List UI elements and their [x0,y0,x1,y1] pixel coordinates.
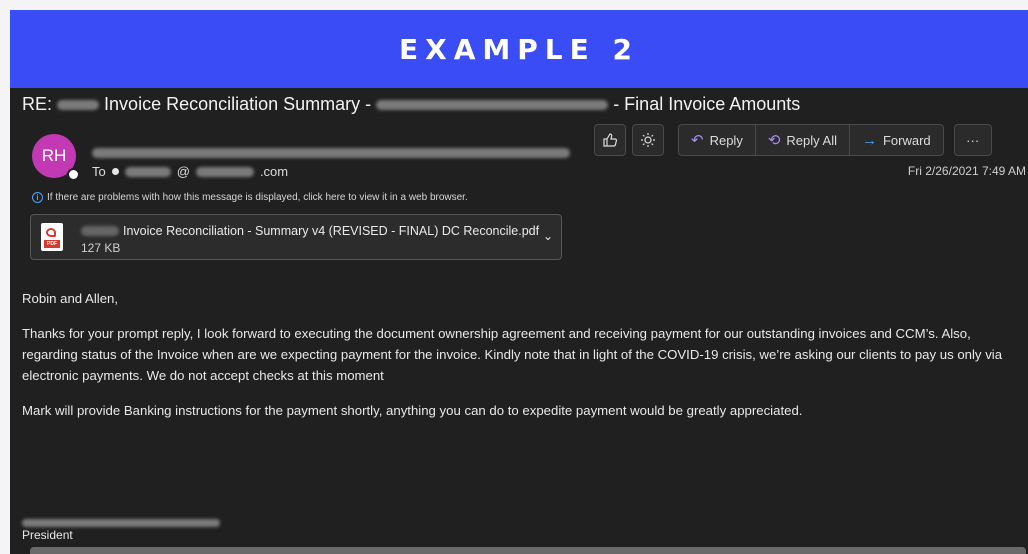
attachment-card[interactable]: PDF Invoice Reconciliation - Summary v4 … [30,214,562,260]
forward-label: Forward [882,132,931,148]
info-text[interactable]: If there are problems with how this mess… [47,192,468,203]
email-subject: RE: Invoice Reconciliation Summary - - F… [22,94,800,115]
presence-indicator [67,168,80,181]
info-icon: i [32,192,43,203]
theme-toggle-button[interactable] [632,124,664,156]
subject-prefix: RE: [22,94,53,114]
body-paragraph: Thanks for your prompt reply, I look for… [22,326,1003,383]
avatar-initials: RH [41,146,67,165]
subject-part2: - Final Invoice Amounts [613,94,801,114]
redacted-text [22,518,220,527]
pdf-icon-label: PDF [44,240,60,248]
like-button[interactable] [594,124,626,156]
reply-all-button[interactable]: ⟲ Reply All [756,125,850,155]
thumbs-up-icon [603,133,618,147]
to-label: To [92,164,106,179]
redacted-text [57,100,100,111]
reply-label: Reply [709,132,743,148]
redacted-text [195,166,254,177]
message-toolbar: ↶ Reply ⟲ Reply All → Forward ··· [594,124,992,156]
banner: EXAMPLE 2 [10,10,1028,88]
redacted-text [124,166,171,177]
email-reading-pane: RE: Invoice Reconciliation Summary - - F… [10,88,1028,554]
attachment-filename: Invoice Reconciliation - Summary v4 (REV… [123,224,540,238]
pdf-icon: PDF [41,223,63,251]
reply-icon: ↶ [691,131,704,149]
body-greeting: Robin and Allen, [22,291,119,306]
banner-title: EXAMPLE 2 [399,32,639,66]
email-body: Robin and Allen, Thanks for your prompt … [22,288,1026,435]
received-date: Fri 2/26/2021 7:49 AM [907,164,1026,178]
domain-suffix: .com [259,164,289,179]
signature-title: President [22,528,73,542]
info-bar[interactable]: i If there are problems with how this me… [32,192,468,203]
more-icon: ··· [966,132,980,148]
forward-icon: → [861,131,877,149]
horizontal-scrollbar[interactable] [30,547,1026,554]
chevron-down-icon[interactable]: ⌄ [543,229,553,243]
reply-all-icon: ⟲ [767,131,781,149]
sun-icon [641,133,655,147]
reply-all-label: Reply All [786,132,837,148]
recipient-status-dot [111,168,119,175]
attachment-name: Invoice Reconciliation - Summary v4 (REV… [81,224,539,238]
attachment-size: 127 KB [81,241,121,255]
reply-button-group: ↶ Reply ⟲ Reply All → Forward [678,124,944,156]
reply-button[interactable]: ↶ Reply [679,125,756,155]
subject-part1: Invoice Reconciliation Summary - [104,94,372,114]
more-actions-button[interactable]: ··· [953,124,992,156]
forward-button[interactable]: → Forward [850,125,943,155]
body-paragraph: Mark will provide Banking instructions f… [22,403,803,418]
recipient-line: To @ .com [92,164,288,179]
redacted-text [376,100,609,111]
redacted-text [81,226,119,236]
sender-name[interactable] [92,144,570,162]
at-sign: @ [176,164,190,179]
redacted-sender [92,147,570,158]
